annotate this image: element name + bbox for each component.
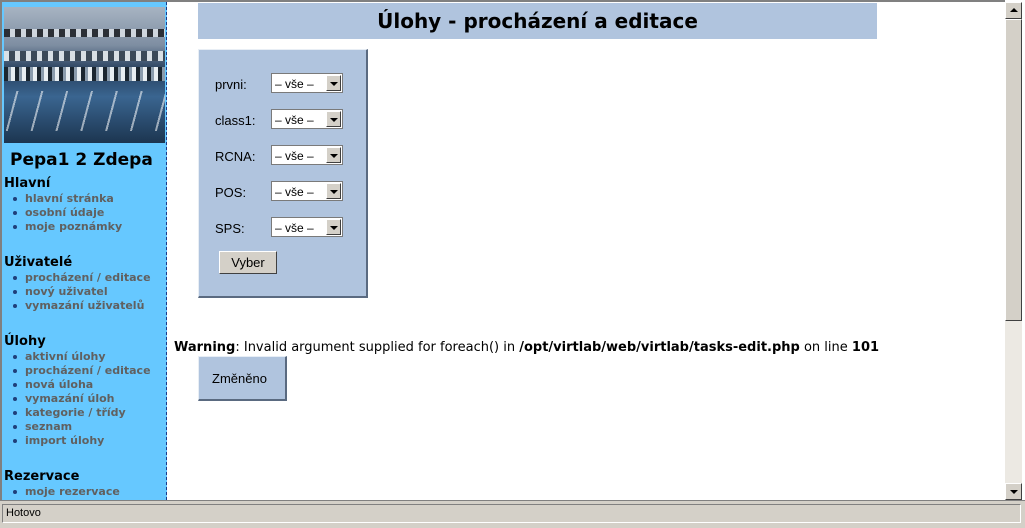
- filter-select-sps[interactable]: – vše –: [271, 217, 343, 237]
- browser-viewport: Pepa1 2 Zdepa Hlavní hlavní stránka osob…: [0, 0, 1025, 500]
- status-text: Hotovo: [6, 507, 41, 519]
- filter-select-pos[interactable]: – vše –: [271, 181, 343, 201]
- nav-section-title: Úlohy: [4, 334, 46, 349]
- filter-label: SPS:: [215, 221, 245, 236]
- filter-label: class1:: [215, 113, 256, 128]
- scroll-down-arrow-icon[interactable]: [1005, 483, 1022, 500]
- warning-line-number: 101: [851, 340, 880, 355]
- scroll-up-arrow-icon[interactable]: [1005, 2, 1022, 19]
- nav-link-my-notes[interactable]: moje poznámky: [4, 220, 164, 234]
- vertical-scrollbar[interactable]: [1005, 2, 1022, 500]
- nav-link-new-user[interactable]: nový uživatel: [4, 285, 164, 299]
- page-title: Úlohy - procházení a editace: [377, 9, 698, 33]
- changed-label: Změněno: [212, 371, 267, 386]
- dropdown-arrow-icon[interactable]: [326, 75, 341, 91]
- nav-link-import-task[interactable]: import úlohy: [4, 434, 164, 448]
- filter-label: prvni:: [215, 77, 247, 92]
- php-warning-message: Warning: Invalid argument supplied for f…: [174, 340, 879, 355]
- nav-link-personal-info[interactable]: osobní údaje: [4, 206, 164, 220]
- nav-section-title: Uživatelé: [4, 255, 73, 270]
- nav-link-my-reservations[interactable]: moje rezervace: [4, 485, 164, 499]
- nav-section-title: Rezervace: [4, 469, 80, 484]
- filter-form: prvni: – vše – class1: – vše – RCNA: – v…: [198, 49, 368, 298]
- dropdown-arrow-icon[interactable]: [326, 219, 341, 235]
- page-title-bar: Úlohy - procházení a editace: [198, 3, 877, 39]
- nav-link-main-page[interactable]: hlavní stránka: [4, 192, 164, 206]
- nav-link-categories[interactable]: kategorie / třídy: [4, 406, 164, 420]
- nav-section-rezervace: Rezervace moje rezervace: [4, 469, 164, 499]
- sidebar: Pepa1 2 Zdepa Hlavní hlavní stránka osob…: [2, 2, 167, 500]
- filter-select-class1[interactable]: – vše –: [271, 109, 343, 129]
- status-bar: Hotovo: [0, 500, 1025, 528]
- nav-link-new-task[interactable]: nová úloha: [4, 378, 164, 392]
- changed-notice: Změněno: [198, 356, 287, 401]
- nav-link-tasks-browse[interactable]: procházení / editace: [4, 364, 164, 378]
- nav-link-users-browse[interactable]: procházení / editace: [4, 271, 164, 285]
- filter-label: RCNA:: [215, 149, 256, 164]
- warning-label: Warning: [174, 340, 236, 355]
- filter-label: POS:: [215, 185, 247, 200]
- nav-section-title: Hlavní: [4, 176, 51, 191]
- dropdown-arrow-icon[interactable]: [326, 183, 341, 199]
- select-submit-button[interactable]: Vyber: [219, 251, 277, 274]
- scrollbar-thumb[interactable]: [1005, 19, 1022, 321]
- nav-section-ulohy: Úlohy aktivní úlohy procházení / editace…: [4, 334, 164, 448]
- filter-select-prvni[interactable]: – vše –: [271, 73, 343, 93]
- dropdown-arrow-icon[interactable]: [326, 147, 341, 163]
- nav-link-active-tasks[interactable]: aktivní úlohy: [4, 350, 164, 364]
- dropdown-arrow-icon[interactable]: [326, 111, 341, 127]
- nav-link-list[interactable]: seznam: [4, 420, 164, 434]
- filter-select-rcna[interactable]: – vše –: [271, 145, 343, 165]
- header-logo-image: [4, 7, 165, 143]
- nav-link-delete-users[interactable]: vymazání uživatelů: [4, 299, 164, 313]
- nav-link-delete-tasks[interactable]: vymazání úloh: [4, 392, 164, 406]
- user-name: Pepa1 2 Zdepa: [10, 150, 153, 170]
- warning-path: /opt/virtlab/web/virtlab/tasks-edit.php: [519, 340, 800, 355]
- warning-line-text: on line: [799, 340, 852, 355]
- nav-section-uzivatele: Uživatelé procházení / editace nový uživ…: [4, 255, 164, 313]
- nav-section-hlavni: Hlavní hlavní stránka osobní údaje moje …: [4, 176, 164, 234]
- warning-text: : Invalid argument supplied for foreach(…: [235, 340, 520, 355]
